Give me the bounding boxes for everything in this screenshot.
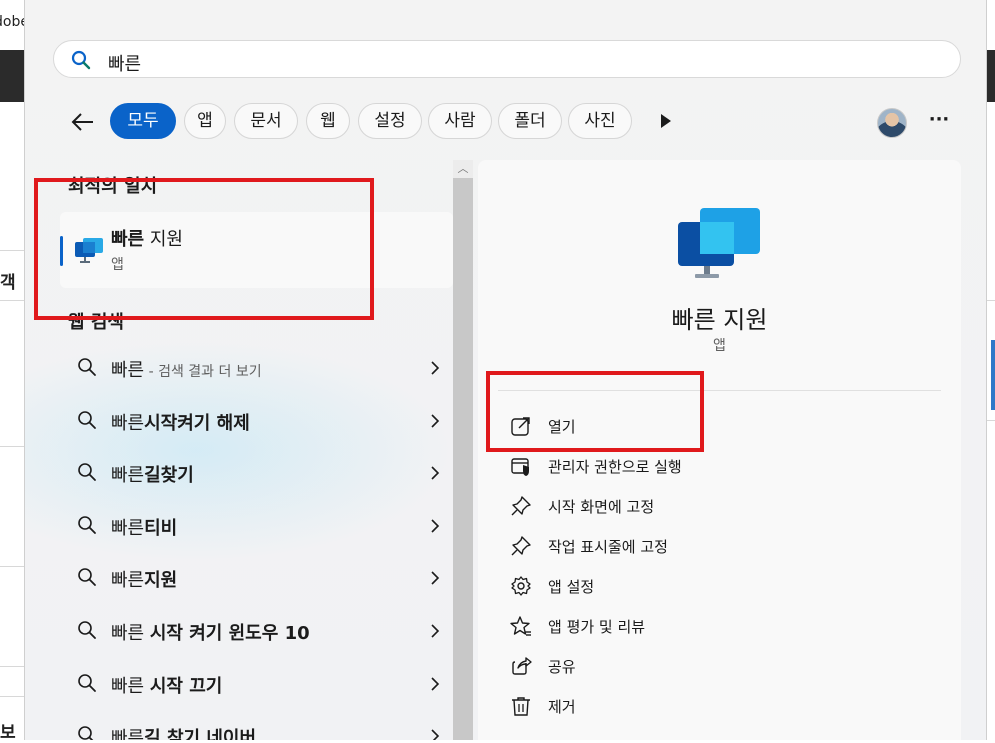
web-search-item[interactable]: 빠른 시작 켜기 윈도우 10 (60, 607, 453, 655)
results-scrollbar[interactable] (453, 160, 473, 740)
chevron-right-icon (431, 571, 440, 585)
web-search-item-text: 빠른티비 (111, 517, 178, 539)
scroll-up-arrow-icon[interactable]: ︿ (453, 160, 473, 178)
web-search-item-text: 빠른길찾기 (111, 465, 194, 487)
search-query-text: 빠른 (108, 54, 142, 75)
search-icon (78, 515, 96, 534)
shield-admin-icon (511, 458, 529, 476)
web-search-item[interactable]: 빠른길 찾기 네이버 (60, 712, 453, 740)
action-pin-taskbar-label: 작업 표시줄에 고정 (548, 538, 668, 556)
trash-icon (512, 697, 530, 716)
background-divider (0, 300, 24, 301)
filter-chip-all[interactable]: 모두 (110, 103, 176, 139)
search-icon (78, 463, 96, 482)
search-icon (78, 621, 96, 639)
search-icon (78, 358, 96, 376)
web-search-item-text: 빠른시작켜기 해제 (111, 412, 250, 434)
background-divider (0, 666, 24, 667)
share-icon (512, 657, 532, 675)
filter-chip-people[interactable]: 사람 (428, 103, 492, 139)
quick-assist-app-icon-large (678, 208, 760, 278)
background-divider (0, 566, 24, 567)
background-text-1: 객 (0, 273, 16, 293)
pin-icon (511, 496, 531, 516)
chevron-right-icon (431, 729, 440, 740)
chevron-right-icon (431, 361, 440, 375)
more-filters-arrow-icon[interactable] (658, 111, 674, 131)
action-pin-start-label: 시작 화면에 고정 (548, 498, 655, 516)
star-icon (510, 616, 531, 636)
filter-chip-apps[interactable]: 앱 (184, 103, 226, 139)
chevron-right-icon (431, 414, 440, 428)
chevron-right-icon (431, 624, 440, 638)
web-search-item[interactable]: 빠른티비 (60, 502, 453, 550)
chevron-right-icon (431, 519, 440, 533)
background-text-2: 보 (0, 723, 16, 743)
detail-app-type: 앱 (713, 338, 726, 354)
search-icon (78, 673, 96, 692)
chevron-right-icon (431, 677, 440, 691)
filter-chip-documents[interactable]: 문서 (234, 103, 298, 139)
web-search-item[interactable]: 빠른지원 (60, 554, 453, 602)
filter-chip-folders[interactable]: 폴더 (498, 103, 562, 139)
background-divider (0, 250, 24, 251)
web-search-item[interactable]: 빠른 시작 끄기 (60, 660, 453, 708)
action-rate-review-label: 앱 평가 및 리뷰 (548, 618, 646, 636)
filter-chip-settings[interactable]: 설정 (358, 103, 422, 139)
web-search-item[interactable]: 빠른 - 검색 결과 더 보기 (60, 344, 453, 392)
more-options-icon[interactable]: ··· (927, 110, 951, 134)
annotation-highlight-open (486, 371, 704, 452)
action-app-settings-label: 앱 설정 (548, 578, 595, 596)
gear-icon (511, 576, 531, 596)
back-arrow-icon[interactable] (69, 108, 97, 136)
background-divider (0, 696, 24, 697)
search-icon (78, 726, 94, 740)
background-scroll-accent (991, 340, 995, 410)
action-uninstall-label: 제거 (548, 698, 576, 716)
search-input[interactable]: 빠른 (53, 40, 961, 78)
annotation-highlight-best-match (34, 178, 374, 320)
background-divider (0, 446, 24, 447)
web-search-item[interactable]: 빠른길찾기 (60, 449, 453, 497)
web-search-item-text: 빠른 시작 끄기 (111, 675, 223, 697)
filter-chip-web[interactable]: 웹 (306, 103, 350, 139)
web-search-item[interactable]: 빠른시작켜기 해제 (60, 397, 453, 445)
search-icon (78, 568, 96, 587)
filter-chip-photos[interactable]: 사진 (568, 103, 632, 139)
action-share-label: 공유 (548, 658, 576, 676)
background-toolbar (0, 50, 24, 102)
web-search-item-text: 빠른 시작 켜기 윈도우 10 (111, 623, 310, 644)
web-search-item-text: 빠른지원 (111, 570, 178, 592)
search-icon (71, 50, 91, 70)
chevron-right-icon (431, 466, 440, 480)
detail-app-name: 빠른 지원 (671, 306, 768, 334)
user-avatar[interactable] (877, 108, 907, 138)
web-search-item-text: 빠른 - 검색 결과 더 보기 (111, 360, 262, 381)
action-run-as-admin-label: 관리자 권한으로 실행 (548, 458, 682, 476)
search-icon (78, 410, 96, 429)
pin-icon (511, 536, 531, 556)
web-search-item-text: 빠른길 찾기 네이버 (111, 728, 257, 740)
search-flyout: 빠른 모두 앱 문서 웹 설정 사람 폴더 사진 ··· 최적의 일치 빠른 지… (24, 0, 987, 740)
